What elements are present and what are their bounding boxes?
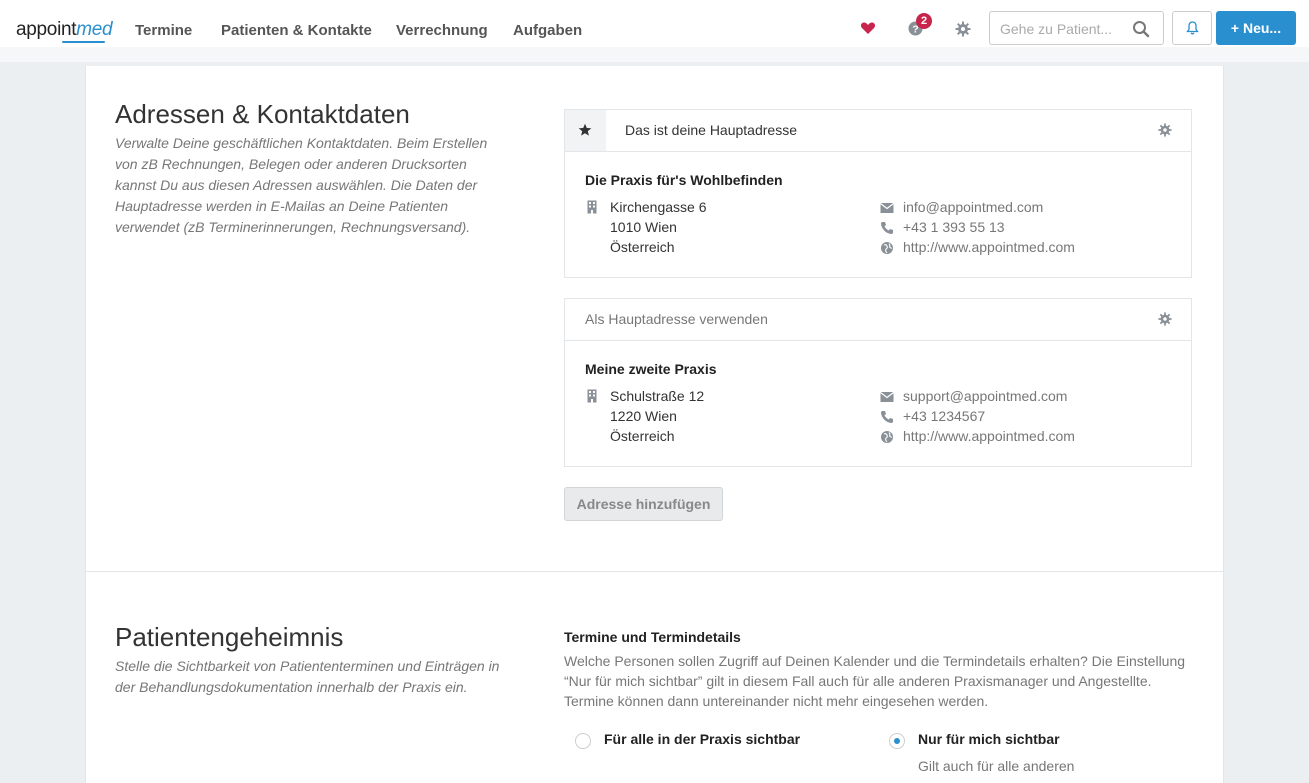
address-email: info@appointmed.com (903, 199, 1044, 215)
privacy-section-title: Patientengeheimnis (115, 622, 344, 652)
nav-patienten-kontakte[interactable]: Patienten & Kontakte (221, 22, 372, 39)
phone-icon (881, 411, 893, 423)
address-city: 1010 Wien (610, 219, 677, 235)
address-country: Österreich (610, 239, 675, 255)
add-address-button[interactable]: Adresse hinzufügen (564, 487, 723, 521)
address-card-primary: Das ist deine Hauptadresse Die Praxis fü… (564, 109, 1192, 278)
set-as-primary-link[interactable]: Als Hauptadresse verwenden (585, 311, 768, 327)
globe-icon (881, 242, 893, 254)
address-street: Schulstraße 12 (610, 388, 705, 404)
section-divider (85, 571, 1224, 572)
nav-verrechnung[interactable]: Verrechnung (396, 22, 488, 39)
nav-termine[interactable]: Termine (135, 22, 192, 39)
address-city: 1220 Wien (610, 408, 677, 424)
address-practice-name: Die Praxis für's Wohlbefinden (585, 172, 783, 188)
new-button[interactable]: + Neu... (1216, 11, 1296, 45)
envelope-icon (880, 392, 894, 402)
address-country: Österreich (610, 428, 675, 444)
address-settings-gear-icon[interactable] (1158, 312, 1172, 326)
appointmed-logo[interactable]: appointmed (16, 19, 113, 41)
notifications-button[interactable] (1172, 11, 1212, 45)
help-badge-count: 2 (916, 13, 932, 29)
visibility-all-radio[interactable] (575, 733, 591, 749)
address-card-header: Das ist deine Hauptadresse (565, 110, 1191, 152)
appointments-subdescription: Welche Personen sollen Zugriff auf Deine… (564, 653, 1186, 709)
visibility-all-label[interactable]: Für alle in der Praxis sichtbar (604, 731, 800, 747)
building-icon (587, 200, 597, 214)
visibility-only-me-radio[interactable] (889, 733, 905, 749)
logo-text-main: appoint (16, 19, 77, 40)
primary-address-label: Das ist deine Hauptadresse (625, 122, 797, 138)
address-phone: +43 1 393 55 13 (903, 219, 1005, 235)
addresses-section-description: Verwalte Deine geschäftlichen Kontaktdat… (115, 135, 488, 235)
address-street: Kirchengasse 6 (610, 199, 707, 215)
topbar-shadow (0, 47, 1309, 62)
logo-underline (62, 41, 105, 43)
bell-icon (1186, 21, 1199, 35)
patient-search-box[interactable] (989, 11, 1164, 45)
top-navigation-bar: appointmed Termine Patienten & Kontakte … (0, 0, 1309, 62)
appointments-subheading: Termine und Termindetails (564, 629, 741, 645)
globe-icon (881, 431, 893, 443)
address-website[interactable]: http://www.appointmed.com (903, 428, 1075, 444)
phone-icon (881, 222, 893, 234)
address-website[interactable]: http://www.appointmed.com (903, 239, 1075, 255)
visibility-only-me-note: Gilt auch für alle anderen (918, 758, 1075, 774)
address-email: support@appointmed.com (903, 388, 1068, 404)
address-practice-name: Meine zweite Praxis (585, 361, 717, 377)
search-icon[interactable] (1132, 20, 1150, 38)
heart-icon[interactable] (860, 20, 876, 36)
building-icon (587, 389, 597, 403)
address-settings-gear-icon[interactable] (1158, 123, 1172, 137)
addresses-section-title: Adressen & Kontaktdaten (115, 99, 410, 129)
address-card-secondary: Als Hauptadresse verwenden Meine zweite … (564, 298, 1192, 467)
logo-text-accent: med (76, 19, 113, 40)
envelope-icon (880, 203, 894, 213)
nav-aufgaben[interactable]: Aufgaben (513, 22, 582, 39)
star-icon (578, 123, 592, 136)
address-card-header: Als Hauptadresse verwenden (565, 299, 1191, 341)
primary-address-marker (565, 110, 606, 151)
gear-icon[interactable] (955, 21, 971, 37)
visibility-only-me-label[interactable]: Nur für mich sichtbar (918, 731, 1060, 747)
patient-search-input[interactable] (1000, 19, 1130, 39)
address-phone: +43 1234567 (903, 408, 986, 424)
privacy-section-description: Stelle die Sichtbarkeit von Patiententer… (115, 658, 500, 695)
